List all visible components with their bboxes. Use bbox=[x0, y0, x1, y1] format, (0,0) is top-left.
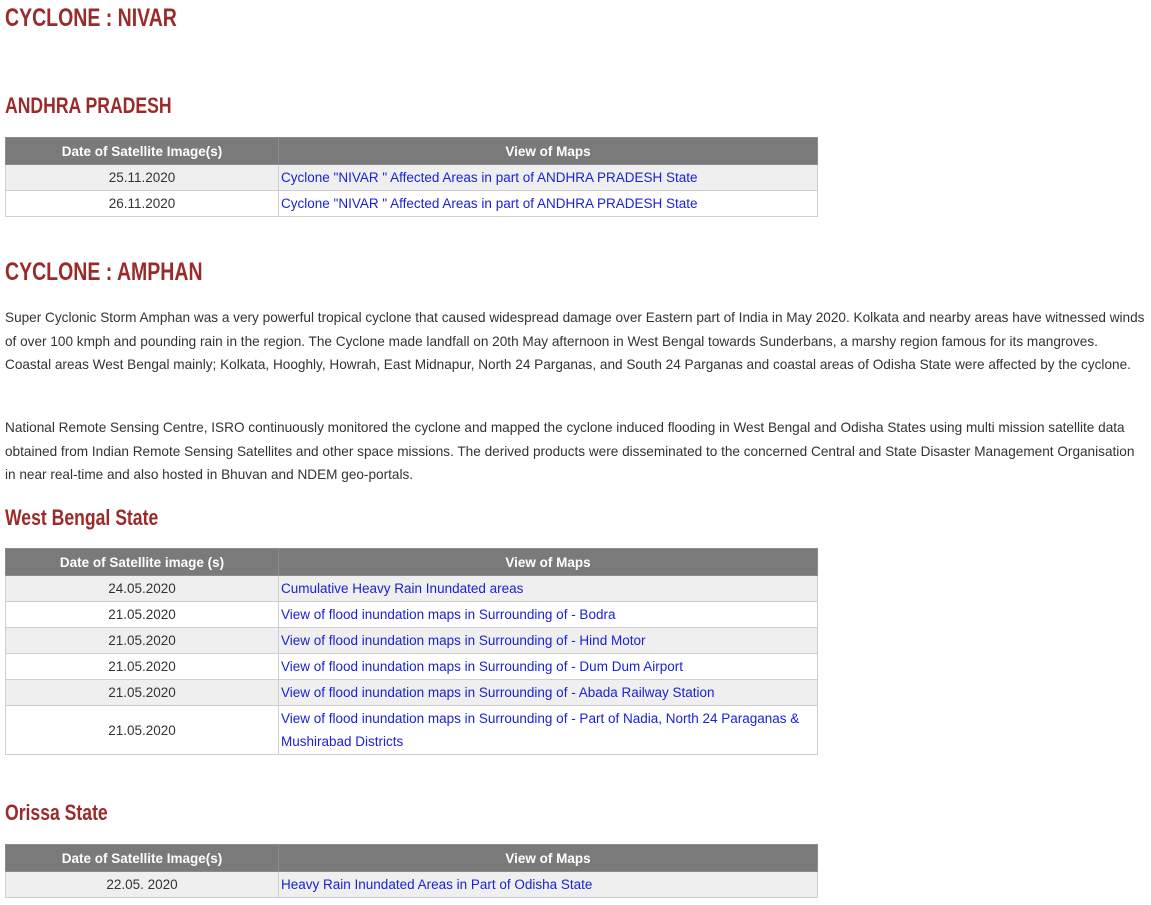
table-row: 21.05.2020 View of flood inundation maps… bbox=[5, 705, 818, 755]
maps-column-header: View of Maps bbox=[278, 548, 818, 576]
andhra-pradesh-heading: ANDHRA PRADESH bbox=[5, 93, 172, 118]
table-row: 21.05.2020 View of flood inundation maps… bbox=[5, 601, 818, 628]
map-link[interactable]: Heavy Rain Inundated Areas in Part of Od… bbox=[278, 871, 818, 898]
date-column-header: Date of Satellite image (s) bbox=[5, 548, 279, 576]
table-row: 21.05.2020 View of flood inundation maps… bbox=[5, 627, 818, 654]
map-link[interactable]: View of flood inundation maps in Surroun… bbox=[278, 705, 818, 755]
date-cell: 21.05.2020 bbox=[5, 653, 279, 680]
date-cell: 26.11.2020 bbox=[5, 190, 279, 217]
date-cell: 24.05.2020 bbox=[5, 575, 279, 602]
map-link[interactable]: View of flood inundation maps in Surroun… bbox=[278, 653, 818, 680]
date-column-header: Date of Satellite Image(s) bbox=[5, 844, 279, 872]
map-link[interactable]: View of flood inundation maps in Surroun… bbox=[278, 601, 818, 628]
map-link[interactable]: View of flood inundation maps in Surroun… bbox=[278, 627, 818, 654]
table-row: 24.05.2020 Cumulative Heavy Rain Inundat… bbox=[5, 575, 818, 602]
map-link[interactable]: Cyclone "NIVAR " Affected Areas in part … bbox=[278, 190, 818, 217]
date-cell: 25.11.2020 bbox=[5, 164, 279, 191]
date-cell: 22.05. 2020 bbox=[5, 871, 279, 898]
table-row: 21.05.2020 View of flood inundation maps… bbox=[5, 653, 818, 680]
date-cell: 21.05.2020 bbox=[5, 679, 279, 706]
amphan-description: Super Cyclonic Storm Amphan was a very p… bbox=[5, 310, 1145, 372]
table-row: 25.11.2020 Cyclone "NIVAR " Affected Are… bbox=[5, 164, 818, 191]
nivar-maps-table: Date of Satellite Image(s) View of Maps … bbox=[5, 137, 818, 217]
map-link[interactable]: Cumulative Heavy Rain Inundated areas bbox=[278, 575, 818, 602]
date-cell: 21.05.2020 bbox=[5, 627, 279, 654]
date-cell: 21.05.2020 bbox=[5, 601, 279, 628]
cyclone-nivar-title: CYCLONE : NIVAR bbox=[5, 4, 177, 32]
table-row: 22.05. 2020 Heavy Rain Inundated Areas i… bbox=[5, 871, 818, 898]
map-link[interactable]: Cyclone "NIVAR " Affected Areas in part … bbox=[278, 164, 818, 191]
table-row: 26.11.2020 Cyclone "NIVAR " Affected Are… bbox=[5, 190, 818, 217]
table-row: 21.05.2020 View of flood inundation maps… bbox=[5, 679, 818, 706]
cyclone-amphan-title: CYCLONE : AMPHAN bbox=[5, 258, 203, 286]
orissa-heading: Orissa State bbox=[5, 800, 108, 825]
map-link[interactable]: View of flood inundation maps in Surroun… bbox=[278, 679, 818, 706]
west-bengal-maps-table: Date of Satellite image (s) View of Maps… bbox=[5, 548, 818, 755]
nrsc-description: National Remote Sensing Centre, ISRO con… bbox=[5, 420, 1135, 482]
maps-column-header: View of Maps bbox=[278, 844, 818, 872]
maps-column-header: View of Maps bbox=[278, 137, 818, 165]
date-cell: 21.05.2020 bbox=[5, 705, 279, 755]
orissa-maps-table: Date of Satellite Image(s) View of Maps … bbox=[5, 844, 818, 898]
date-column-header: Date of Satellite Image(s) bbox=[5, 137, 279, 165]
west-bengal-heading: West Bengal State bbox=[5, 505, 159, 530]
